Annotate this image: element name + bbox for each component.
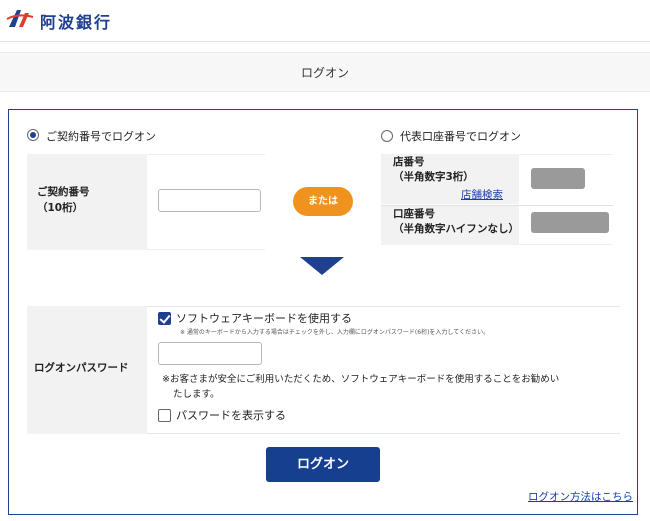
bank-logo-icon — [6, 10, 34, 27]
contract-number-input[interactable] — [158, 189, 261, 212]
security-recommendation-note: ※お客さまが安全にご利用いただくため、ソフトウェアキーボードを使用することをお勧… — [162, 374, 560, 385]
account-number-label: 口座番号 — [393, 208, 435, 220]
account-number-input[interactable] — [531, 212, 609, 233]
contract-number-digits-label: （10桁） — [37, 202, 84, 214]
bank-logo-text: 阿波銀行 — [40, 13, 113, 32]
page-title: ログオン — [300, 66, 349, 80]
software-keyboard-note: ※ 通常のキーボードから入力する場合はチェックを外し、入力欄にログオンパスワード… — [180, 329, 490, 336]
branch-number-format-label: （半角数字3桁） — [393, 171, 474, 183]
show-password-checkbox[interactable] — [158, 409, 171, 422]
password-input[interactable] — [158, 342, 262, 365]
contract-number-label: ご契約番号 — [37, 186, 90, 198]
contract-number-radio-label[interactable]: ご契約番号でログオン — [46, 128, 156, 144]
password-label: ログオンパスワード — [34, 362, 129, 374]
show-password-label[interactable]: パスワードを表示する — [176, 407, 286, 423]
software-keyboard-label[interactable]: ソフトウェアキーボードを使用する — [176, 310, 352, 326]
contract-number-radio[interactable] — [27, 129, 39, 141]
down-arrow-icon — [300, 257, 344, 275]
logon-button[interactable]: ログオン — [266, 447, 380, 482]
account-number-radio[interactable] — [381, 130, 393, 142]
branch-search-link[interactable]: 店舗検索 — [461, 187, 503, 202]
security-recommendation-note-cont: たします。 — [173, 389, 220, 400]
branch-number-input[interactable] — [531, 168, 585, 189]
software-keyboard-checkbox[interactable] — [158, 312, 171, 325]
logon-help-link[interactable]: ログオン方法はこちら — [528, 489, 633, 504]
branch-number-label: 店番号 — [393, 156, 425, 168]
or-badge: または — [293, 187, 353, 216]
account-number-format-label: （半角数字ハイフンなし） — [393, 223, 519, 235]
account-number-radio-label[interactable]: 代表口座番号でログオン — [400, 128, 521, 144]
